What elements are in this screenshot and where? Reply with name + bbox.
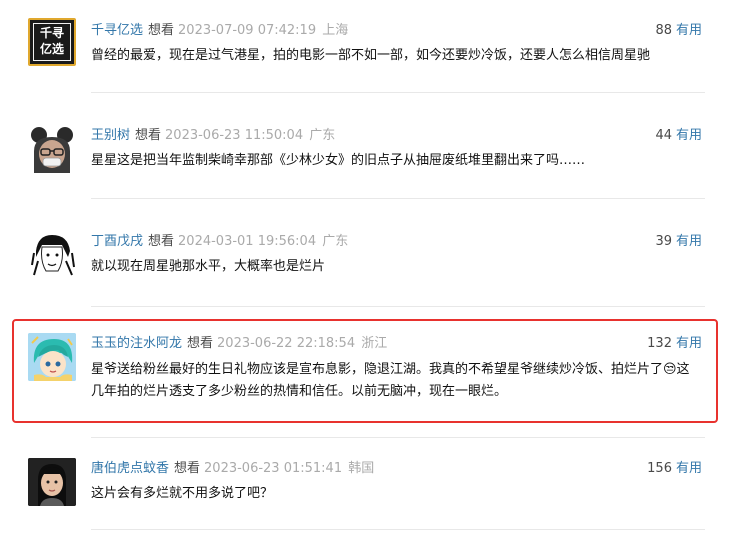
location: 韩国 bbox=[348, 461, 375, 476]
comment-meta: 唐伯虎点蚊香 想看 2023-06-23 01:51:41 韩国 bbox=[91, 460, 374, 477]
comment-text: 这片会有多烂就不用多说了吧？ bbox=[91, 486, 274, 501]
divider bbox=[91, 306, 705, 307]
vote-area: 44 有用 bbox=[655, 127, 702, 144]
avatar-illustration bbox=[28, 333, 76, 381]
avatar[interactable] bbox=[28, 125, 76, 173]
avatar-illustration bbox=[28, 458, 76, 506]
vote-area: 88 有用 bbox=[655, 22, 702, 39]
location: 上海 bbox=[322, 23, 349, 38]
comment-meta: 千寻亿选 想看 2023-07-09 07:42:19 上海 bbox=[91, 22, 348, 39]
divider bbox=[91, 529, 705, 530]
useful-button[interactable]: 有用 bbox=[676, 23, 702, 38]
useful-button[interactable]: 有用 bbox=[676, 336, 702, 351]
timestamp: 2023-06-22 22:18:54 bbox=[217, 336, 356, 351]
username-link[interactable]: 千寻亿选 bbox=[91, 23, 143, 38]
comment-text: 就以现在周星驰那水平，大概率也是烂片 bbox=[91, 259, 326, 274]
vote-area: 39 有用 bbox=[655, 233, 702, 250]
username-link[interactable]: 王别树 bbox=[91, 128, 130, 143]
divider bbox=[91, 92, 705, 93]
status-label: 想看 bbox=[135, 128, 162, 143]
avatar-logo-text: 千寻 bbox=[39, 26, 64, 40]
useful-button[interactable]: 有用 bbox=[676, 234, 702, 249]
location: 广东 bbox=[309, 128, 336, 143]
comment-meta: 丁酉戊戌 想看 2024-03-01 19:56:04 广东 bbox=[91, 233, 348, 250]
username-link[interactable]: 唐伯虎点蚊香 bbox=[91, 461, 169, 476]
username-link[interactable]: 玉玉的注水阿龙 bbox=[91, 336, 182, 351]
timestamp: 2024-03-01 19:56:04 bbox=[178, 234, 317, 249]
avatar[interactable] bbox=[28, 231, 76, 279]
status-label: 想看 bbox=[148, 23, 175, 38]
vote-count: 39 bbox=[655, 234, 672, 249]
comment-meta: 王别树 想看 2023-06-23 11:50:04 广东 bbox=[91, 127, 335, 144]
vote-count: 156 bbox=[647, 461, 672, 476]
status-label: 想看 bbox=[174, 461, 201, 476]
timestamp: 2023-06-23 01:51:41 bbox=[204, 461, 343, 476]
location: 广东 bbox=[322, 234, 349, 249]
avatar[interactable] bbox=[28, 458, 76, 506]
avatar-illustration bbox=[31, 127, 73, 173]
divider bbox=[91, 437, 705, 438]
timestamp: 2023-07-09 07:42:19 bbox=[178, 23, 317, 38]
useful-button[interactable]: 有用 bbox=[676, 461, 702, 476]
username-link[interactable]: 丁酉戊戌 bbox=[91, 234, 143, 249]
location: 浙江 bbox=[361, 336, 388, 351]
status-label: 想看 bbox=[148, 234, 175, 249]
vote-count: 44 bbox=[655, 128, 672, 143]
vote-count: 132 bbox=[647, 336, 672, 351]
comment-text: 星爷送给粉丝最好的生日礼物应该是宣布息影，隐退江湖。我真的不希望星爷继续炒冷饭、… bbox=[91, 362, 690, 399]
status-label: 想看 bbox=[187, 336, 214, 351]
timestamp: 2023-06-23 11:50:04 bbox=[165, 128, 304, 143]
avatar-logo-text: 亿选 bbox=[39, 42, 64, 56]
vote-area: 132 有用 bbox=[647, 335, 702, 352]
avatar[interactable] bbox=[28, 333, 76, 381]
comment-meta: 玉玉的注水阿龙 想看 2023-06-22 22:18:54 浙江 bbox=[91, 335, 387, 352]
comment-text: 曾经的最爱，现在是过气港星，拍的电影一部不如一部，如今还要炒冷饭，还要人怎么相信… bbox=[91, 48, 651, 63]
avatar-illustration bbox=[31, 235, 75, 276]
avatar[interactable]: 千寻 亿选 bbox=[28, 18, 76, 66]
vote-count: 88 bbox=[655, 23, 672, 38]
comment-text: 星星这是把当年监制柴崎幸那部《少林少女》的旧点子从抽屉废纸堆里翻出来了吗…… bbox=[91, 153, 586, 168]
useful-button[interactable]: 有用 bbox=[676, 128, 702, 143]
vote-area: 156 有用 bbox=[647, 460, 702, 477]
divider bbox=[91, 198, 705, 199]
